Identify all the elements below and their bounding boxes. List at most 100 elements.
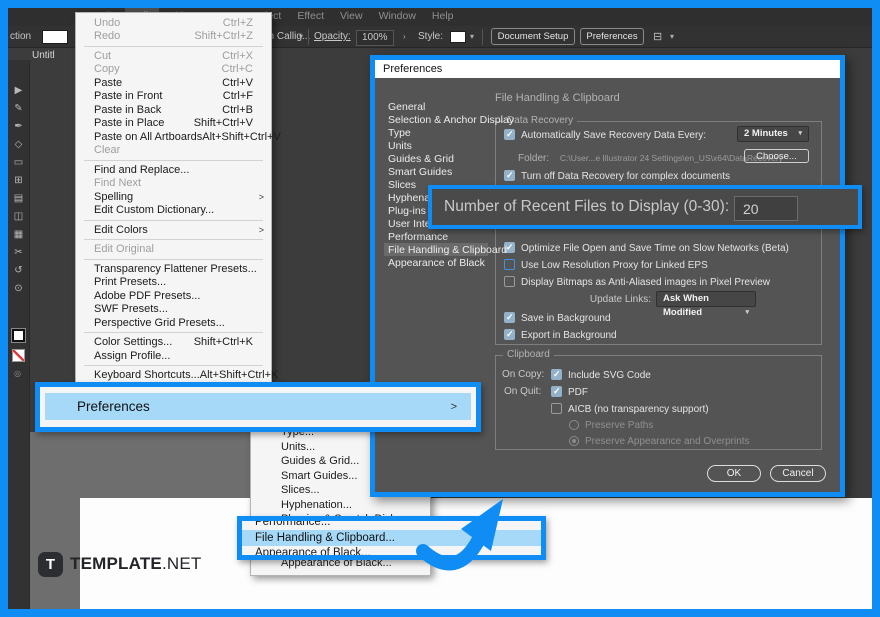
sidebar-item[interactable]: Appearance of Black [388, 257, 488, 270]
menu-item[interactable]: Transparency Flattener Presets... [76, 262, 271, 276]
preserve-appearance-label: Preserve Appearance and Overprints [585, 436, 750, 447]
divider [308, 29, 309, 45]
sidebar-item[interactable]: Performance [388, 231, 488, 244]
menu-item[interactable]: Spelling > [76, 190, 271, 204]
menu-item[interactable]: Edit Custom Dictionary... [76, 204, 271, 218]
turnoff-recovery-label: Turn off Data Recovery for complex docum… [521, 171, 730, 182]
sidebar-item[interactable]: Smart Guides [388, 166, 488, 179]
tool-icon[interactable]: ⊞ [8, 172, 29, 190]
dialog-section-header: File Handling & Clipboard [495, 92, 620, 104]
menu-item[interactable]: Paste in Place Shift+Ctrl+V [76, 117, 271, 131]
sidebar-item[interactable]: Guides & Grid [388, 153, 488, 166]
pdf-checkbox[interactable] [551, 386, 562, 397]
sidebar-item[interactable]: Units [388, 140, 488, 153]
menu-item[interactable]: Color Settings... Shift+Ctrl+K [76, 336, 271, 350]
menu-item[interactable]: SWF Presets... [76, 303, 271, 317]
sidebar-item[interactable]: Type [388, 127, 488, 140]
opacity-label[interactable]: Opacity: [314, 30, 351, 44]
folder-label: Folder: [518, 153, 549, 164]
tool-icon[interactable]: ▦ [8, 226, 29, 244]
preferences-menu-item[interactable]: Preferences > [45, 393, 471, 420]
sidebar-item[interactable]: Selection & Anchor Display [388, 114, 488, 127]
choose-folder-button[interactable]: Choose... [744, 149, 809, 163]
stepper-icon[interactable]: › [403, 30, 406, 44]
pasteboard [30, 432, 250, 498]
tool-icon[interactable]: ▭ [8, 154, 29, 172]
ok-button[interactable]: OK [707, 465, 761, 482]
turnoff-recovery-checkbox[interactable] [504, 170, 515, 181]
submenu-item[interactable]: Hyphenation... [251, 498, 430, 513]
preserve-appearance-radio[interactable] [569, 436, 579, 446]
menubar-item[interactable]: Help [424, 8, 462, 26]
menubar-item[interactable]: View [332, 8, 371, 26]
menu-item[interactable]: Print Presets... [76, 276, 271, 290]
save-background-checkbox[interactable] [504, 312, 515, 323]
tool-icon[interactable]: ⊙ [8, 280, 29, 298]
pdf-label: PDF [568, 387, 588, 398]
chevron-down-icon[interactable]: ▾ [670, 30, 674, 44]
tool-icon[interactable]: ▶ [8, 82, 29, 100]
tool-icon[interactable]: ✂ [8, 244, 29, 262]
draw-mode-icon[interactable]: ◎ [14, 369, 21, 378]
watermark-name: TEMPLATE [70, 554, 162, 573]
menu-item[interactable]: Redo Shift+Ctrl+Z [76, 30, 271, 44]
tool-icon[interactable]: ◇ [8, 136, 29, 154]
stroke-none-swatch[interactable] [12, 349, 25, 362]
tool-icon[interactable]: ✒ [8, 118, 29, 136]
fill-color-swatch[interactable] [42, 30, 68, 44]
menu-item[interactable]: Paste on All Artboards Alt+Shift+Ctrl+V [76, 130, 271, 144]
bitmaps-label: Display Bitmaps as Anti-Aliased images i… [521, 277, 770, 288]
chevron-down-icon[interactable]: ▾ [299, 30, 303, 44]
menu-item[interactable]: Perspective Grid Presets... [76, 316, 271, 330]
menu-item[interactable]: Assign Profile... [76, 349, 271, 363]
menu-item[interactable]: Find Next [76, 177, 271, 191]
tool-icon[interactable]: ▤ [8, 190, 29, 208]
document-setup-button[interactable]: Document Setup [491, 28, 575, 45]
opacity-value[interactable]: 100% [356, 30, 394, 46]
menu-item[interactable]: Clear [76, 144, 271, 158]
sidebar-item[interactable]: General [388, 101, 488, 114]
auto-save-checkbox[interactable] [504, 129, 515, 140]
chevron-down-icon: ▾ [745, 306, 749, 320]
menu-item[interactable]: Find and Replace... [76, 163, 271, 177]
recent-files-input[interactable] [734, 196, 798, 221]
menu-separator [84, 220, 263, 221]
aicb-checkbox[interactable] [551, 403, 562, 414]
bitmaps-checkbox[interactable] [504, 276, 515, 287]
arrange-docs-icon[interactable]: ⊟ [653, 30, 662, 44]
update-links-dropdown[interactable]: Ask When Modified▾ [656, 291, 756, 307]
save-interval-dropdown[interactable]: 2 Minutes▾ [737, 126, 809, 142]
fill-stroke-swatch[interactable] [12, 329, 25, 342]
menubar-item[interactable]: Window [371, 8, 424, 26]
menu-item[interactable]: Copy Ctrl+C [76, 63, 271, 77]
tool-icon[interactable]: ◫ [8, 208, 29, 226]
document-tab[interactable]: Untitl [32, 50, 55, 61]
sidebar-item[interactable]: File Handling & Clipboard [388, 244, 488, 257]
menu-item[interactable]: Keyboard Shortcuts... Alt+Shift+Ctrl+K [76, 369, 271, 383]
selection-label: ction [10, 30, 31, 44]
preserve-paths-radio[interactable] [569, 420, 579, 430]
menu-item[interactable]: Paste Ctrl+V [76, 76, 271, 90]
preferences-button[interactable]: Preferences [580, 28, 644, 45]
lowres-proxy-checkbox[interactable] [504, 259, 515, 270]
tool-icon[interactable]: ↺ [8, 262, 29, 280]
menu-item[interactable]: Undo Ctrl+Z [76, 16, 271, 30]
style-swatch[interactable] [450, 31, 466, 43]
export-background-checkbox[interactable] [504, 329, 515, 340]
menu-item[interactable]: Edit Original [76, 243, 271, 257]
menu-item[interactable]: Edit Colors > [76, 223, 271, 237]
menubar-item[interactable]: Effect [289, 8, 332, 26]
svg-code-checkbox[interactable] [551, 369, 562, 380]
watermark-suffix: .NET [162, 554, 202, 573]
submenu-arrow-icon: > [256, 225, 264, 235]
menu-item[interactable]: Cut Ctrl+X [76, 49, 271, 63]
chevron-down-icon[interactable]: ▾ [470, 30, 474, 44]
menu-separator [84, 332, 263, 333]
on-copy-label: On Copy: [502, 369, 544, 380]
menu-item[interactable]: Adobe PDF Presets... [76, 289, 271, 303]
menu-item[interactable]: Paste in Front Ctrl+F [76, 90, 271, 104]
optimize-label: Optimize File Open and Save Time on Slow… [521, 243, 789, 254]
cancel-button[interactable]: Cancel [770, 465, 826, 482]
tool-icon[interactable]: ✎ [8, 100, 29, 118]
menu-item[interactable]: Paste in Back Ctrl+B [76, 103, 271, 117]
